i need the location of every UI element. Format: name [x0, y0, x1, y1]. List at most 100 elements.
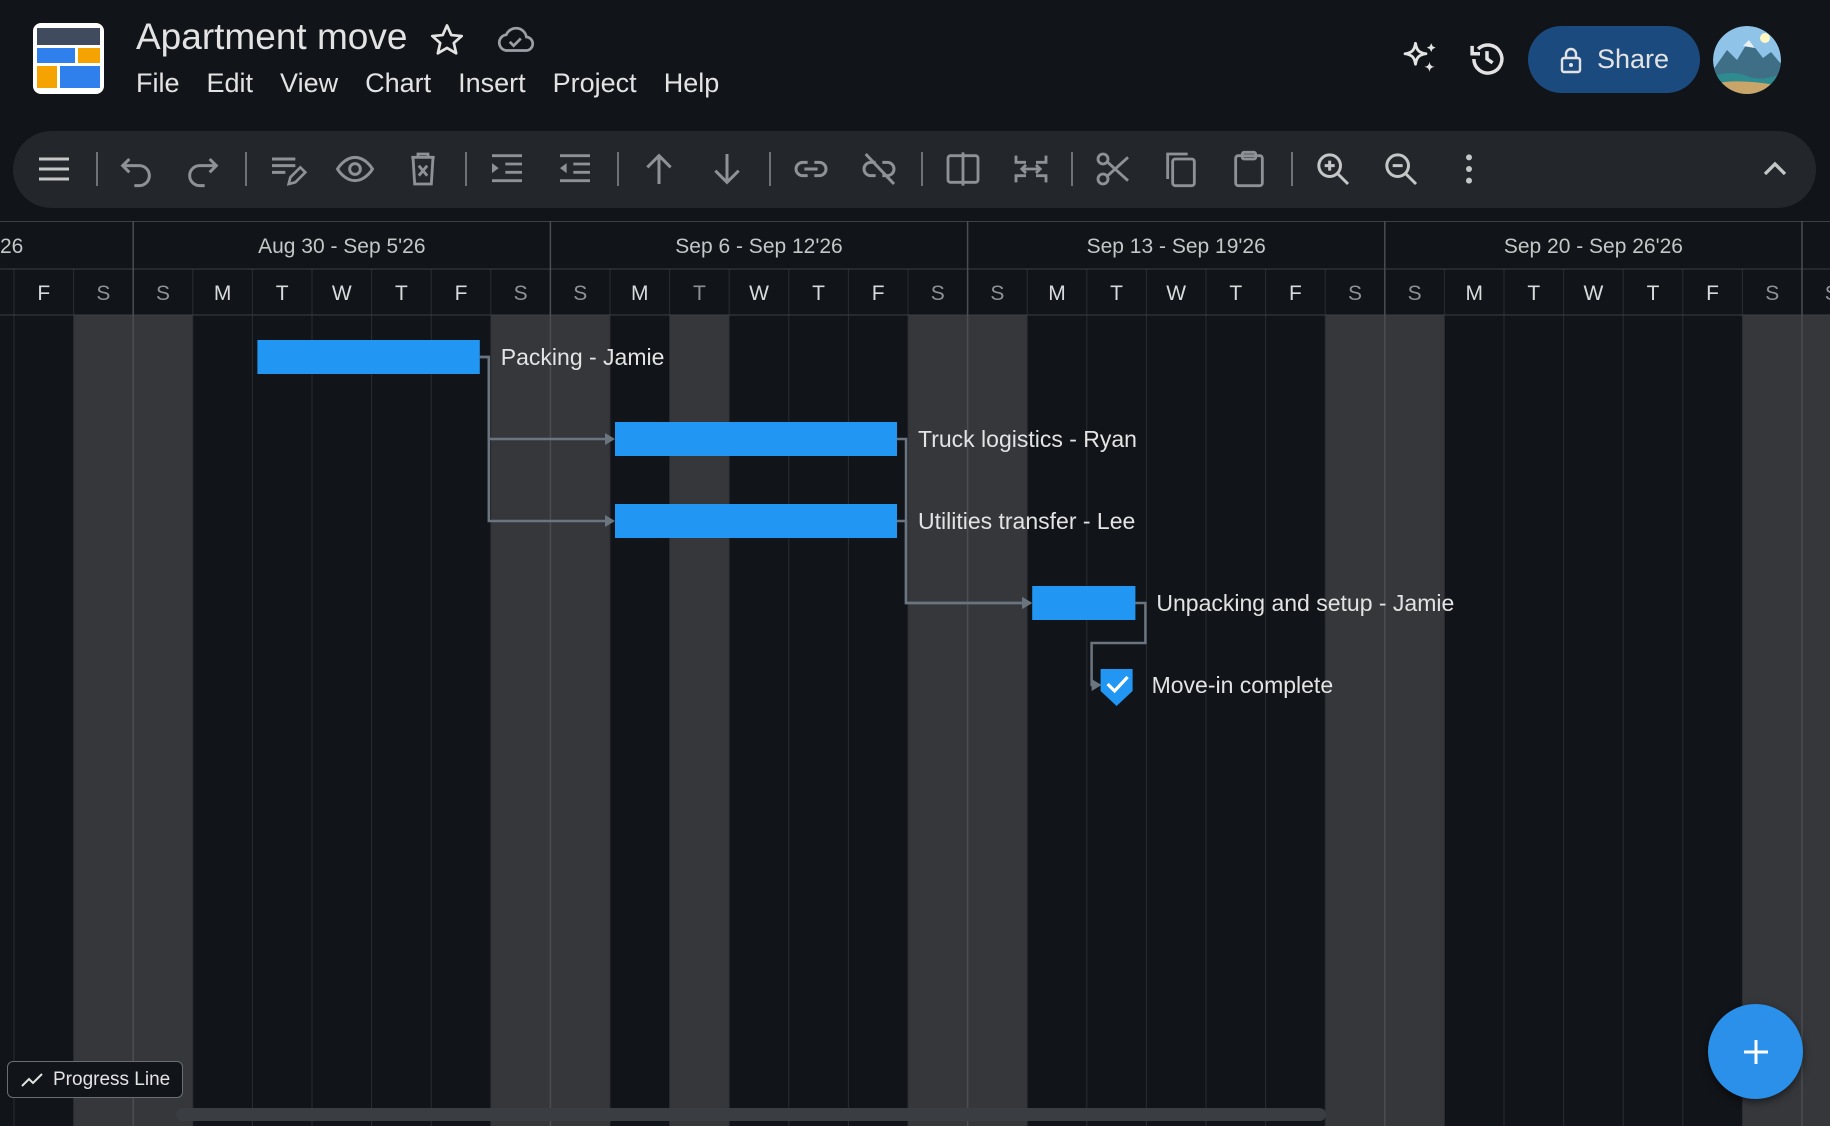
toolbar-divider: [921, 152, 923, 186]
day-letter: S: [96, 282, 110, 305]
collapse-toolbar-icon[interactable]: [1755, 149, 1795, 189]
share-button[interactable]: Share: [1528, 26, 1700, 93]
version-history-icon[interactable]: [1466, 38, 1508, 80]
day-letter: M: [1048, 282, 1066, 305]
task-label[interactable]: Truck logistics - Ryan: [918, 426, 1137, 452]
edit-task-icon[interactable]: [267, 149, 307, 189]
day-letter: T: [276, 282, 289, 305]
split-icon[interactable]: [943, 149, 983, 189]
delete-task-icon[interactable]: [403, 149, 443, 189]
week-label: Aug 30 - Sep 5'26: [258, 235, 425, 258]
day-letter: S: [931, 282, 945, 305]
link-icon[interactable]: [791, 149, 831, 189]
undo-icon[interactable]: [116, 149, 156, 189]
weekend-column: [490, 315, 551, 1126]
task-bar[interactable]: [615, 504, 897, 538]
day-letter: S: [1408, 282, 1422, 305]
day-letter: S: [514, 282, 528, 305]
day-letter: W: [332, 282, 352, 305]
outdent-icon[interactable]: [555, 149, 595, 189]
week-label: Sep 6 - Sep 12'26: [675, 235, 842, 258]
day-letter: W: [1583, 282, 1603, 305]
weekend-column: [1384, 315, 1445, 1126]
lock-icon: [1560, 47, 1582, 73]
redo-icon[interactable]: [183, 149, 223, 189]
copy-icon[interactable]: [1161, 149, 1201, 189]
unlink-icon[interactable]: [859, 149, 899, 189]
day-letter: S: [1348, 282, 1362, 305]
day-letter: F: [455, 282, 468, 305]
menu-chart[interactable]: Chart: [365, 68, 431, 99]
task-label[interactable]: Packing - Jamie: [501, 344, 665, 370]
task-label[interactable]: Unpacking and setup - Jamie: [1156, 590, 1454, 616]
toolbar-divider: [465, 152, 467, 186]
menu-edit[interactable]: Edit: [207, 68, 254, 99]
day-letter: S: [156, 282, 170, 305]
horizontal-scrollbar[interactable]: [176, 1108, 1326, 1121]
day-letter: M: [631, 282, 649, 305]
day-letter: S: [990, 282, 1004, 305]
menu-file[interactable]: File: [136, 68, 180, 99]
weekend-column: [1325, 315, 1385, 1126]
move-up-icon[interactable]: [639, 149, 679, 189]
weekend-column: [133, 315, 193, 1126]
task-label[interactable]: Utilities transfer - Lee: [918, 508, 1135, 534]
day-letter: W: [1166, 282, 1186, 305]
cloud-saved-icon[interactable]: [494, 22, 536, 58]
day-letter: T: [812, 282, 825, 305]
toolbar-divider: [1291, 152, 1293, 186]
day-letter: T: [1110, 282, 1123, 305]
document-title[interactable]: Apartment move: [136, 16, 407, 58]
day-letter: M: [214, 282, 232, 305]
week-label: Sep 20 - Sep 26'26: [1504, 235, 1683, 258]
day-letter: F: [872, 282, 885, 305]
toolbar-divider: [245, 152, 247, 186]
day-letter: T: [693, 282, 706, 305]
ai-sparkle-icon[interactable]: [1398, 38, 1440, 80]
user-avatar[interactable]: [1713, 26, 1781, 94]
app-logo[interactable]: [33, 23, 104, 94]
menu-insert[interactable]: Insert: [458, 68, 526, 99]
trend-line-icon: [21, 1072, 43, 1087]
day-letter: W: [749, 282, 769, 305]
day-letter: T: [1229, 282, 1242, 305]
day-letter: F: [1289, 282, 1302, 305]
day-letter: S: [573, 282, 587, 305]
task-bar[interactable]: [615, 422, 897, 456]
day-letter: M: [1465, 282, 1483, 305]
view-icon[interactable]: [335, 149, 375, 189]
toolbar-divider: [1071, 152, 1073, 186]
progress-line-button[interactable]: Progress Line: [7, 1061, 183, 1098]
weekend-column: [550, 315, 610, 1126]
day-letter: S: [1825, 282, 1830, 305]
move-down-icon[interactable]: [707, 149, 747, 189]
task-bar[interactable]: [257, 340, 480, 374]
day-letter: T: [395, 282, 408, 305]
week-label: Sep 13 - Sep 19'26: [1087, 235, 1266, 258]
plus-icon: [1743, 1039, 1768, 1064]
paste-icon[interactable]: [1229, 149, 1269, 189]
weekend-column: [1802, 315, 1830, 1126]
zoom-in-icon[interactable]: [1313, 149, 1353, 189]
add-task-button[interactable]: [1708, 1004, 1803, 1099]
weekend-column: [73, 315, 134, 1126]
zoom-out-icon[interactable]: [1381, 149, 1421, 189]
menu-project[interactable]: Project: [553, 68, 637, 99]
indent-icon[interactable]: [487, 149, 527, 189]
progress-line-label: Progress Line: [53, 1068, 171, 1090]
task-bar[interactable]: [1032, 586, 1136, 620]
task-label[interactable]: Move-in complete: [1152, 672, 1334, 698]
toolbar-divider: [96, 152, 98, 186]
day-letter: T: [1527, 282, 1540, 305]
cut-icon[interactable]: [1093, 149, 1133, 189]
menu-icon[interactable]: [34, 149, 74, 189]
merge-icon[interactable]: [1011, 149, 1051, 189]
share-label: Share: [1596, 44, 1670, 74]
gantt-chart[interactable]: 26 Aug 30 - Sep 5'26 Sep 6 - Sep 12'26 Sep …: [0, 221, 1830, 1126]
day-letter: T: [1647, 282, 1660, 305]
star-icon[interactable]: [428, 21, 466, 59]
more-options-icon[interactable]: [1449, 149, 1489, 189]
week-label-partial: 26: [0, 235, 23, 258]
menu-view[interactable]: View: [280, 68, 338, 99]
menu-help[interactable]: Help: [664, 68, 720, 99]
